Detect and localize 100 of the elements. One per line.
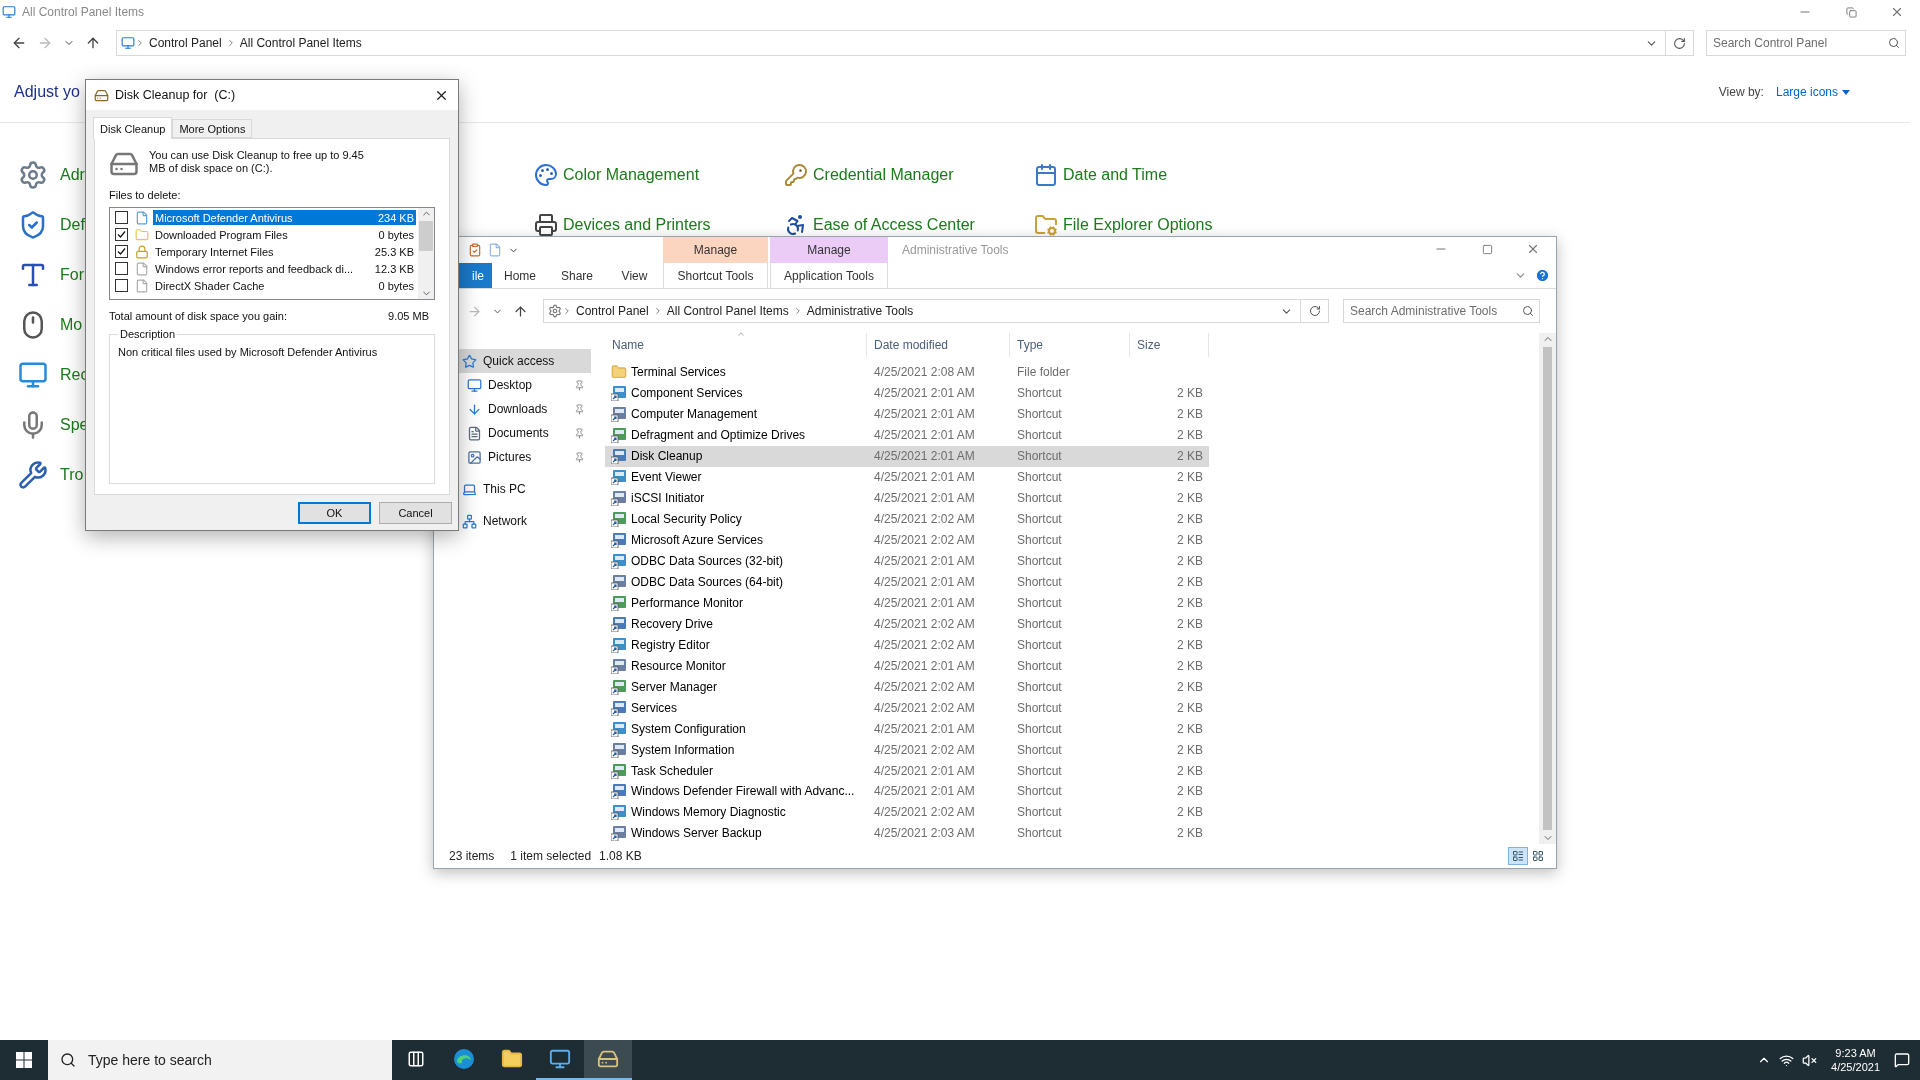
- muted-volume-icon[interactable]: [1802, 1052, 1818, 1068]
- file-category-item[interactable]: Temporary Internet Files 25.3 KB: [153, 244, 416, 259]
- clock[interactable]: 9:23 AM 4/25/2021: [1825, 1046, 1886, 1074]
- breadcrumb-item[interactable]: All Control Panel Items: [662, 304, 793, 318]
- desktop-icon: [467, 377, 482, 393]
- applet-link[interactable]: For: [18, 260, 84, 290]
- checkbox[interactable]: [115, 228, 128, 241]
- applet-link[interactable]: Devices and Printers: [534, 213, 711, 237]
- file-size: 2 KB: [1176, 658, 1203, 673]
- applet-link[interactable]: Color Management: [534, 163, 700, 187]
- file-type: Shortcut: [1016, 805, 1063, 820]
- ribbon-tab[interactable]: Application Tools: [770, 263, 888, 288]
- breadcrumb-item[interactable]: Control Panel: [572, 304, 653, 318]
- dialog-tab[interactable]: Disk Cleanup: [93, 117, 173, 139]
- details-view-button[interactable]: [1508, 847, 1528, 865]
- close-icon: [1526, 242, 1540, 256]
- ribbon-tab[interactable]: Shortcut Tools: [663, 263, 768, 288]
- network-icon: [462, 513, 477, 529]
- search-icon: [60, 1052, 76, 1068]
- file-row[interactable]: Event Viewer 4/25/2021 2:01 AM Shortcut 2 KB: [605, 466, 1209, 488]
- search-field[interactable]: Search Administrative Tools: [1343, 299, 1540, 323]
- file-row[interactable]: Computer Management 4/25/2021 2:01 AM Shortcut 2 KB: [605, 403, 1209, 425]
- taskbar-search-box[interactable]: Type here to search: [48, 1040, 392, 1080]
- file-category-size: 0 bytes: [378, 279, 414, 292]
- shortcut-icon: [611, 699, 627, 716]
- taskbar-app[interactable]: [584, 1040, 632, 1080]
- file-row[interactable]: Windows Memory Diagnostic 4/25/2021 2:02 AM Shortcut 2 KB: [605, 801, 1209, 823]
- date-modified: 4/25/2021 2:01 AM: [873, 554, 976, 568]
- ribbon-tab[interactable]: Share: [548, 263, 606, 288]
- file-row[interactable]: Windows Server Backup 4/25/2021 2:03 AM Shortcut 2 KB: [605, 822, 1209, 844]
- file-row[interactable]: ODBC Data Sources (32-bit) 4/25/2021 2:01 AM Shortcut 2 KB: [605, 550, 1209, 572]
- taskbar-search-field[interactable]: Type here to search: [86, 1051, 392, 1069]
- checkbox[interactable]: [115, 245, 128, 258]
- chevron-icon: [562, 306, 572, 316]
- date-modified: 4/25/2021 2:01 AM: [873, 449, 976, 464]
- applet-link[interactable]: Tro: [18, 460, 84, 490]
- checkbox[interactable]: [115, 279, 128, 292]
- file-row[interactable]: Performance Monitor 4/25/2021 2:01 AM Shortcut 2 KB: [605, 592, 1209, 614]
- file-row[interactable]: Component Services 4/25/2021 2:01 AM Shortcut 2 KB: [605, 382, 1209, 404]
- file-name: Services: [631, 700, 677, 715]
- applet-link[interactable]: Def: [18, 210, 85, 240]
- file-name: Task Scheduler: [631, 763, 714, 778]
- file-row[interactable]: Microsoft Azure Services 4/25/2021 2:02 AM Shortcut 2 KB: [605, 529, 1209, 551]
- file-category-item[interactable]: Windows error reports and feedback di... 12.3 KB: [153, 261, 416, 276]
- column-header[interactable]: Size: [1130, 333, 1209, 357]
- ribbon-tab[interactable]: View: [606, 263, 663, 288]
- search-field[interactable]: Search Control Panel: [1706, 30, 1906, 56]
- dialog-tab[interactable]: More Options: [172, 119, 253, 138]
- file-row[interactable]: iSCSI Initiator 4/25/2021 2:01 AM Shortcut 2 KB: [605, 487, 1209, 509]
- column-header[interactable]: Date modified: [867, 333, 1010, 357]
- file-row[interactable]: Local Security Policy 4/25/2021 2:02 AM Shortcut 2 KB: [605, 508, 1209, 530]
- dialog-button[interactable]: Cancel: [379, 501, 452, 524]
- checkbox[interactable]: [115, 262, 128, 275]
- address-bar[interactable]: Control Panel All Control Panel Items Administrative Tools: [543, 299, 1329, 323]
- file-category-item[interactable]: Microsoft Defender Antivirus 234 KB: [153, 210, 416, 225]
- breadcrumb-item[interactable]: Administrative Tools: [802, 304, 918, 318]
- column-header[interactable]: Name: [605, 333, 867, 357]
- file-row[interactable]: System Information 4/25/2021 2:02 AM Shortcut 2 KB: [605, 739, 1209, 761]
- page-heading: Adjust yo: [14, 83, 80, 101]
- file-row[interactable]: Windows Defender Firewall with Advanc... 4/25/2021 2:01 AM Shortcut 2 KB: [605, 781, 1209, 802]
- shortcut-icon: [611, 427, 627, 444]
- notifications-icon[interactable]: [1894, 1052, 1910, 1068]
- file-size: 2 KB: [1176, 763, 1203, 778]
- file-row[interactable]: ODBC Data Sources (64-bit) 4/25/2021 2:01 AM Shortcut 2 KB: [605, 571, 1209, 593]
- ribbon-tab[interactable]: Home: [492, 263, 548, 288]
- breadcrumb-item[interactable]: All Control Panel Items: [235, 36, 366, 50]
- applet-link[interactable]: File Explorer Options: [1034, 213, 1213, 237]
- file-row[interactable]: Resource Monitor 4/25/2021 2:01 AM Shortcut 2 KB: [605, 655, 1209, 677]
- selection-status: 1 item selected: [510, 849, 592, 863]
- file-category-item[interactable]: Downloaded Program Files 0 bytes: [153, 227, 416, 242]
- file-row[interactable]: Terminal Services 4/25/2021 2:08 AM File folder: [605, 361, 1209, 383]
- file-row[interactable]: Disk Cleanup 4/25/2021 2:01 AM Shortcut 2 KB: [605, 445, 1209, 467]
- file-category-item[interactable]: DirectX Shader Cache 0 bytes: [153, 278, 416, 293]
- applet-link[interactable]: Adr: [18, 160, 85, 190]
- applet-link[interactable]: Ease of Access Center: [784, 213, 975, 237]
- applet-link[interactable]: Mo: [18, 310, 83, 340]
- file-row[interactable]: Task Scheduler 4/25/2021 2:01 AM Shortcut 2 KB: [605, 760, 1209, 781]
- file-row[interactable]: Registry Editor 4/25/2021 2:02 AM Shortcut 2 KB: [605, 634, 1209, 656]
- file-row[interactable]: System Configuration 4/25/2021 2:01 AM Shortcut 2 KB: [605, 718, 1209, 740]
- file-row[interactable]: Recovery Drive 4/25/2021 2:02 AM Shortcut 2 KB: [605, 613, 1209, 635]
- file-row[interactable]: Services 4/25/2021 2:02 AM Shortcut 2 KB: [605, 697, 1209, 719]
- column-header[interactable]: Type: [1010, 333, 1130, 357]
- file-type: Shortcut: [1016, 658, 1063, 673]
- checkbox[interactable]: [115, 211, 128, 224]
- scrollbar[interactable]: [418, 208, 434, 299]
- breadcrumb-item[interactable]: Control Panel: [145, 36, 226, 50]
- date-modified: 4/25/2021 2:08 AM: [873, 365, 976, 380]
- file-row[interactable]: Server Manager 4/25/2021 2:02 AM Shortcut 2 KB: [605, 676, 1209, 698]
- applet-link[interactable]: Date and Time: [1034, 163, 1168, 187]
- dialog-button[interactable]: OK: [298, 501, 371, 524]
- network-icon[interactable]: [1779, 1052, 1795, 1068]
- address-bar[interactable]: Control Panel All Control Panel Items: [116, 30, 1694, 56]
- help-icon[interactable]: [1535, 268, 1550, 283]
- view-by-dropdown[interactable]: Large icons: [1775, 85, 1850, 99]
- file-type: Shortcut: [1016, 574, 1063, 589]
- file-size: 2 KB: [1176, 742, 1203, 757]
- scrollbar[interactable]: [1539, 333, 1556, 844]
- shortcut-icon: [611, 636, 627, 653]
- file-row[interactable]: Defragment and Optimize Drives 4/25/2021 2:01 AM Shortcut 2 KB: [605, 424, 1209, 446]
- applet-link[interactable]: Credential Manager: [784, 163, 954, 187]
